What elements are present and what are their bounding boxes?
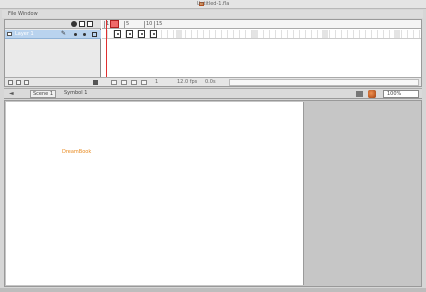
pencil-icon: ✎ — [61, 30, 67, 37]
back-arrow-icon[interactable]: ◄ — [9, 91, 14, 97]
layer-lock-dot[interactable] — [83, 33, 86, 36]
layer-row[interactable]: Layer 1 ✎ — [5, 30, 101, 39]
layer-outline-square[interactable] — [92, 32, 97, 37]
timeline-footer: 1 12.0 fps 0.0s — [5, 77, 421, 86]
keyframe[interactable] — [114, 30, 121, 38]
outline-all-icon[interactable] — [87, 21, 93, 27]
frame-marker — [176, 30, 182, 38]
edit-symbol-icon[interactable] — [368, 90, 376, 98]
insert-folder-icon[interactable] — [24, 80, 29, 85]
frame-rate: 12.0 fps — [177, 79, 198, 85]
stage-area: DreamBook — [4, 100, 422, 287]
layer-header — [5, 20, 101, 29]
keyframe[interactable] — [150, 30, 157, 38]
symbol-breadcrumb[interactable]: Symbol 1 — [62, 90, 89, 98]
frame-marker — [394, 30, 400, 38]
add-guide-icon[interactable] — [16, 80, 21, 85]
timeline-panel: Layer 1 ✎ 1 5 10 15 1 12.0 fps 0.0s — [4, 19, 422, 87]
onion-outline-icon[interactable] — [131, 80, 137, 85]
zoom-field[interactable]: 100% — [383, 90, 419, 98]
edit-scene-icon[interactable] — [356, 91, 363, 97]
frame-grid[interactable]: 1 5 10 15 — [102, 20, 421, 77]
title-bar: Untitled-1.fla — [0, 0, 426, 9]
frame-marker — [322, 30, 328, 38]
stage-canvas[interactable]: DreamBook — [6, 102, 304, 285]
elapsed-time: 0.0s — [205, 79, 216, 85]
edit-multiple-icon[interactable] — [141, 80, 147, 85]
onion-skin-icon[interactable] — [121, 80, 127, 85]
playhead[interactable] — [106, 20, 119, 77]
center-frame-icon[interactable] — [111, 80, 117, 85]
lock-all-icon[interactable] — [79, 21, 85, 27]
scene-breadcrumb[interactable]: Scene 1 — [30, 90, 57, 98]
insert-layer-icon[interactable] — [8, 80, 13, 85]
keyframe[interactable] — [126, 30, 133, 38]
current-frame: 1 — [155, 79, 159, 85]
horizontal-scrollbar[interactable] — [0, 288, 426, 292]
trash-icon[interactable] — [93, 80, 98, 85]
layer-name[interactable]: Layer 1 — [15, 31, 34, 37]
frame-number: 15 — [154, 21, 163, 28]
menu-file[interactable]: File Window — [8, 11, 38, 17]
frame-ruler[interactable]: 1 5 10 15 — [102, 20, 421, 29]
playhead-handle[interactable] — [110, 20, 119, 28]
show-hide-all-icon[interactable] — [71, 21, 77, 27]
edit-bar: ◄ Scene 1 Symbol 1 100% — [4, 88, 422, 99]
layer-icon — [7, 32, 12, 36]
stage-text[interactable]: DreamBook — [62, 149, 91, 155]
window-title: Untitled-1.fla — [196, 1, 230, 7]
frame-marker — [252, 30, 258, 38]
menu-bar: File Window — [2, 10, 423, 18]
keyframe[interactable] — [138, 30, 145, 38]
frame-number: 5 — [124, 21, 130, 28]
layer-visible-dot[interactable] — [74, 33, 77, 36]
frame-number: 10 — [144, 21, 153, 28]
timeline-scrollbar[interactable] — [229, 79, 419, 86]
